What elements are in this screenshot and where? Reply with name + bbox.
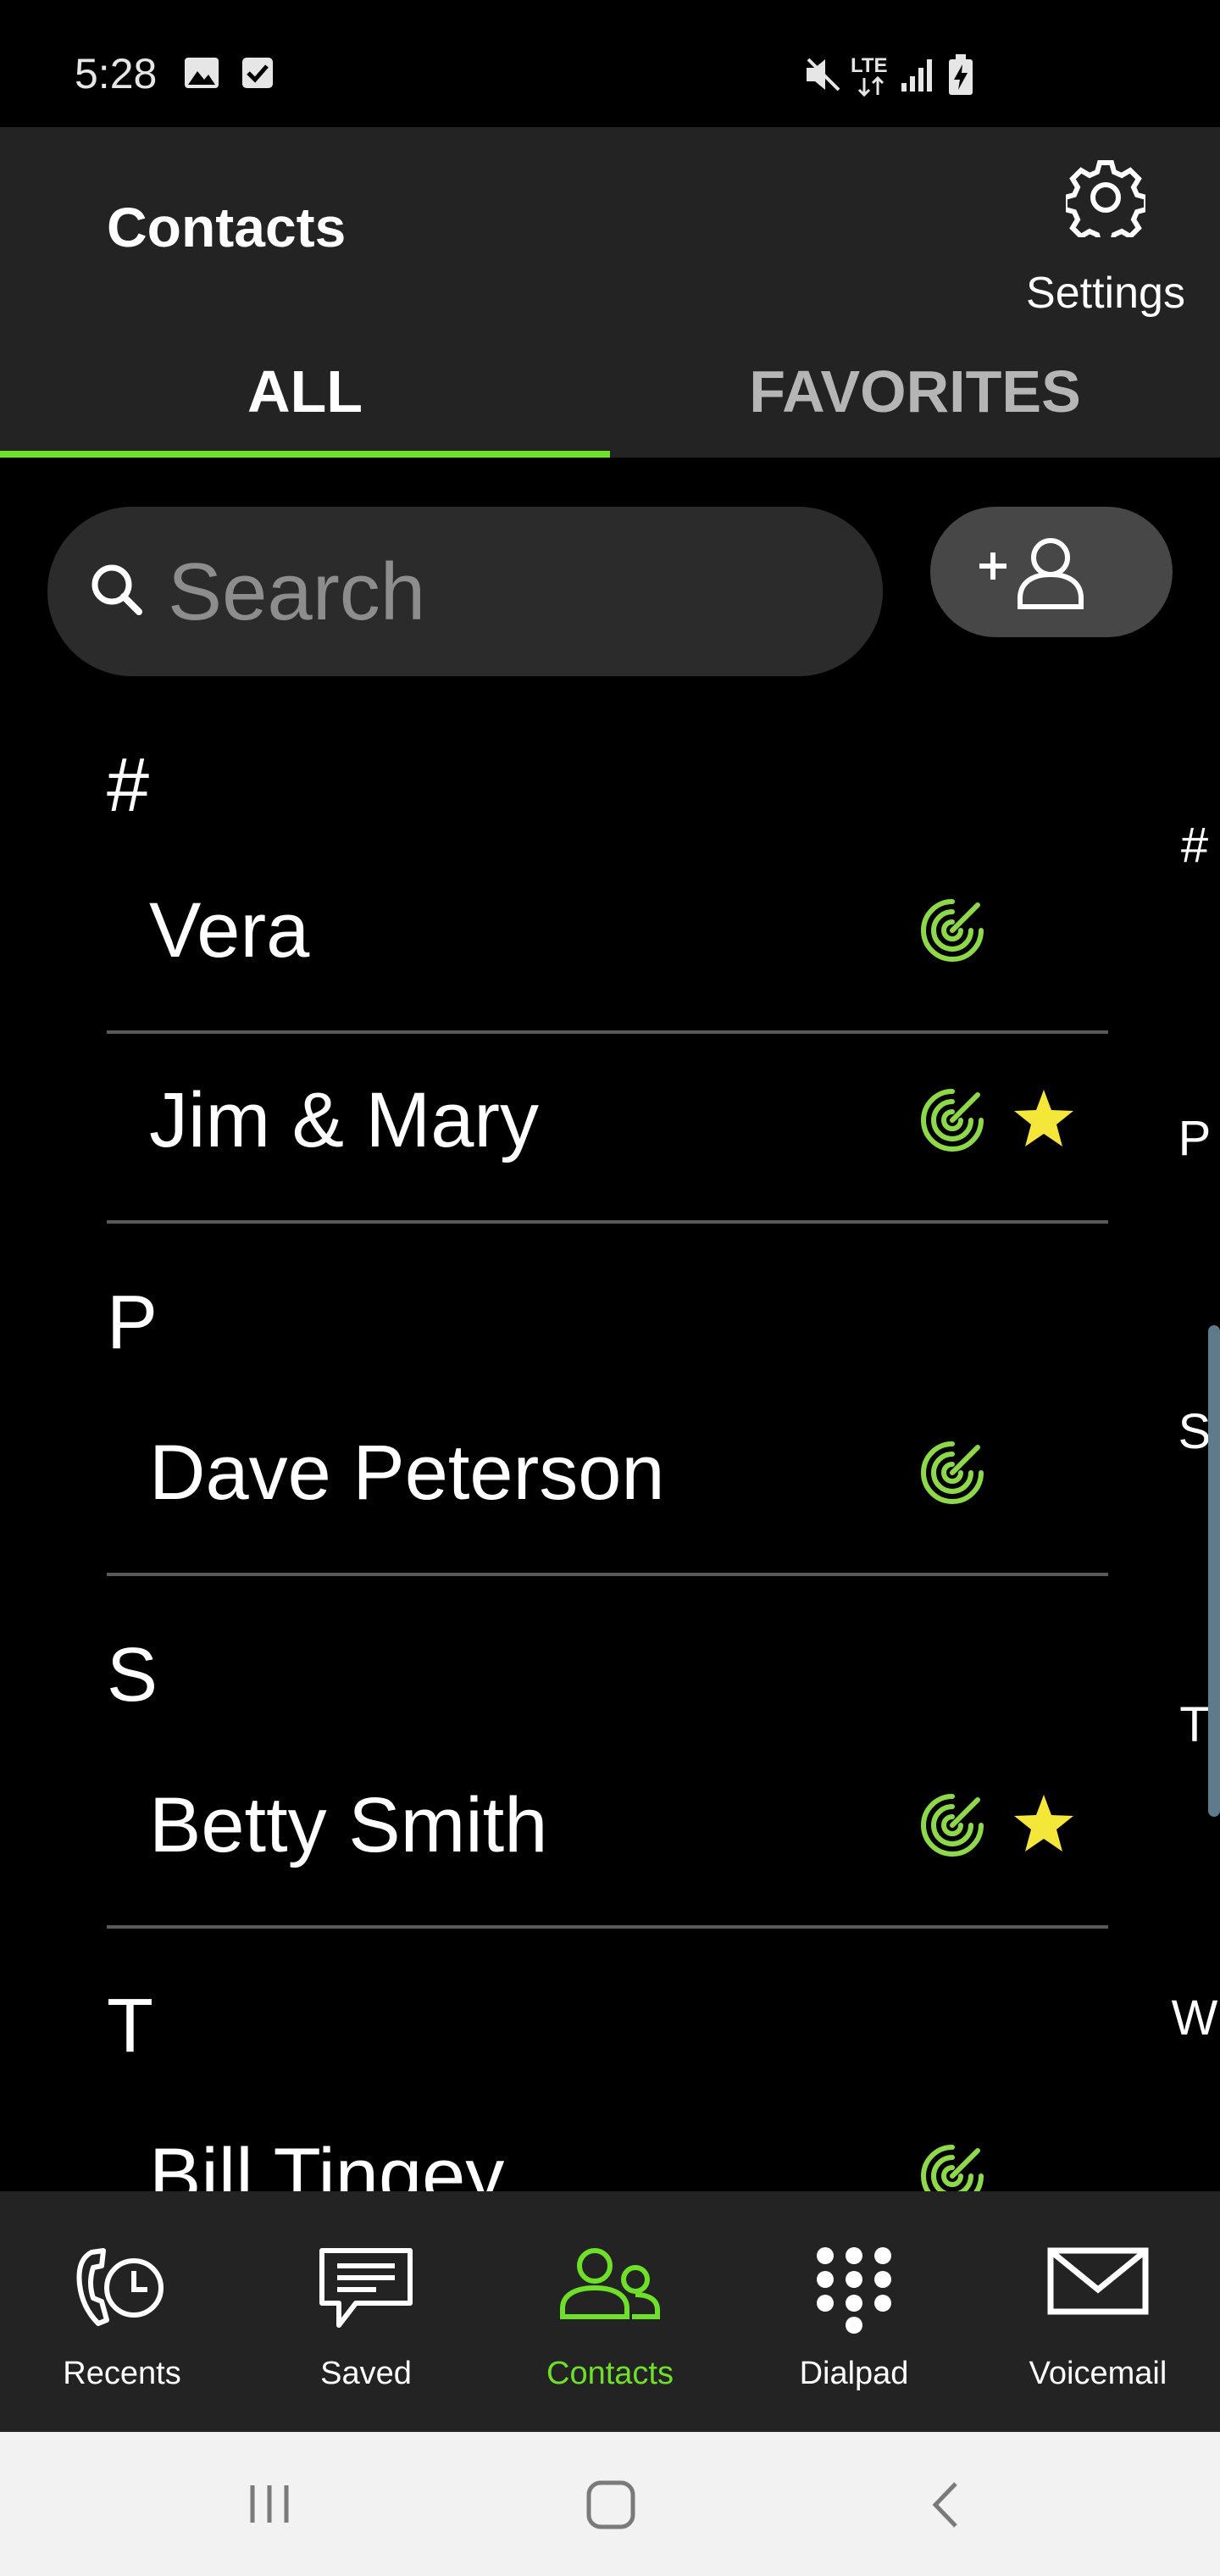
back-icon[interactable] xyxy=(927,2479,964,2531)
dialpad-icon xyxy=(817,2247,891,2334)
nav-label: Recents xyxy=(63,2356,181,2391)
nav-recents[interactable]: Recents xyxy=(0,2191,244,2432)
contact-name: Bill Tingey xyxy=(149,2133,505,2191)
contact-name: Vera xyxy=(149,887,310,974)
contact-name: Jim & Mary xyxy=(149,1077,539,1163)
tab-all[interactable]: ALL xyxy=(0,339,610,458)
recent-apps-icon[interactable] xyxy=(244,2479,295,2529)
active-tab-indicator xyxy=(0,451,610,458)
contact-row[interactable]: Betty Smith xyxy=(107,1739,1108,1929)
gallery-notification-icon xyxy=(185,58,219,88)
nav-label: Saved xyxy=(320,2356,412,2391)
system-navigation-bar xyxy=(0,2432,1220,2576)
nav-contacts[interactable]: Contacts xyxy=(488,2191,732,2432)
page-title: Contacts xyxy=(107,196,347,258)
index-letter[interactable]: W xyxy=(1169,1990,1220,2046)
radar-status-icon xyxy=(921,899,984,962)
search-icon xyxy=(92,564,142,615)
gear-icon xyxy=(1066,160,1145,237)
status-bar: 5:28 LTE xyxy=(0,0,1220,127)
signal-icon xyxy=(901,59,932,92)
contact-name: Dave Peterson xyxy=(149,1430,665,1516)
home-icon[interactable] xyxy=(585,2479,637,2531)
bottom-navigation: Recents Saved Contacts Dialpad Voicemail xyxy=(0,2191,1220,2432)
nav-label: Dialpad xyxy=(799,2356,909,2391)
status-time: 5:28 xyxy=(75,50,158,97)
contact-row[interactable]: Bill Tingey xyxy=(107,2090,1108,2191)
radar-status-icon xyxy=(921,1441,984,1504)
contact-row[interactable]: Jim & Mary xyxy=(107,1034,1108,1224)
voicemail-icon xyxy=(1047,2247,1149,2315)
settings-button[interactable]: Settings xyxy=(1008,158,1203,318)
data-arrows-icon xyxy=(857,76,884,97)
tab-favorites[interactable]: FAVORITES xyxy=(610,339,1220,458)
radar-status-icon xyxy=(921,1089,984,1152)
scrollbar-thumb[interactable] xyxy=(1208,1325,1220,1817)
section-header: S xyxy=(107,1633,158,1718)
contact-row[interactable]: Vera xyxy=(107,844,1108,1034)
index-letter[interactable]: # xyxy=(1169,817,1220,874)
battery-charging-icon xyxy=(949,54,973,95)
section-header: P xyxy=(107,1280,158,1365)
mute-icon xyxy=(807,58,840,92)
network-type: LTE xyxy=(851,54,888,77)
favorite-star-icon[interactable] xyxy=(1012,1086,1076,1151)
nav-voicemail[interactable]: Voicemail xyxy=(976,2191,1220,2432)
task-notification-icon xyxy=(242,58,273,88)
radar-status-icon xyxy=(921,2145,984,2191)
favorite-star-icon[interactable] xyxy=(1012,1791,1076,1856)
search-input[interactable] xyxy=(166,541,847,644)
app-bar: Contacts Settings ALL FAVORITES xyxy=(0,127,1220,458)
recents-icon xyxy=(76,2248,164,2326)
contacts-icon xyxy=(560,2248,660,2319)
section-header: T xyxy=(107,1984,153,2068)
section-header: # xyxy=(107,743,150,828)
nav-label: Contacts xyxy=(546,2356,674,2391)
nav-dialpad[interactable]: Dialpad xyxy=(732,2191,976,2432)
radar-status-icon xyxy=(921,1794,984,1857)
contact-list: # Vera Jim & Mary P Dave Peterson S Bett… xyxy=(0,712,1169,2191)
contact-name: Betty Smith xyxy=(149,1782,548,1868)
tab-bar: ALL FAVORITES xyxy=(0,339,1220,458)
add-contact-icon xyxy=(979,538,1084,609)
index-letter[interactable]: P xyxy=(1169,1110,1220,1167)
add-contact-button[interactable] xyxy=(930,507,1173,637)
nav-saved[interactable]: Saved xyxy=(244,2191,488,2432)
saved-message-icon xyxy=(319,2248,413,2328)
contact-row[interactable]: Dave Peterson xyxy=(107,1386,1108,1576)
nav-label: Voicemail xyxy=(1029,2356,1167,2391)
settings-label: Settings xyxy=(1026,269,1185,318)
search-bar xyxy=(47,507,883,676)
